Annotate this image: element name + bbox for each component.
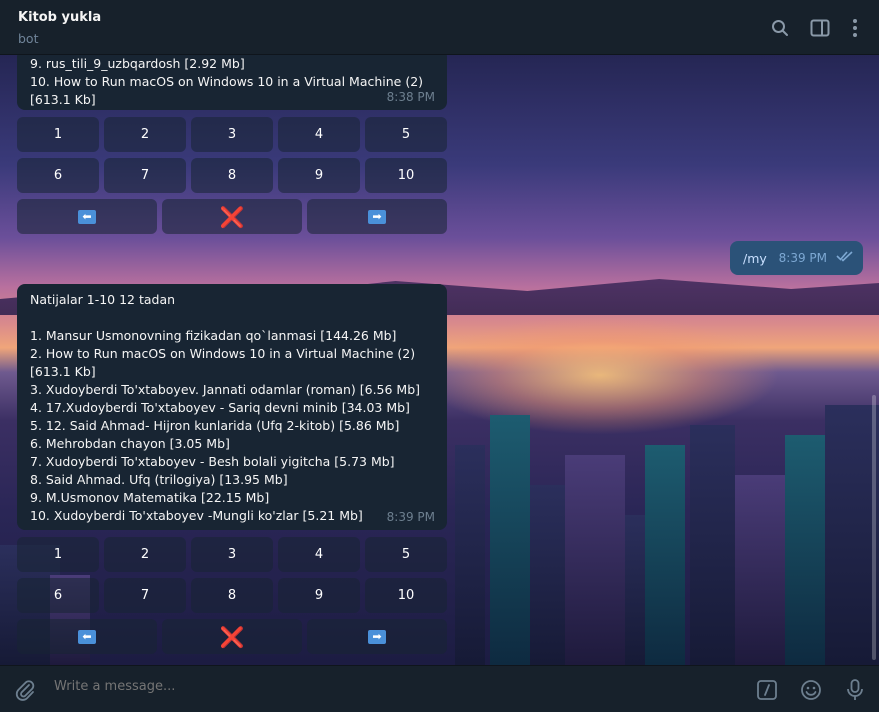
message-line: 9. rus_tili_9_uzbqardosh [2.92 Mb] <box>30 56 245 71</box>
page-button-7[interactable]: 7 <box>104 578 186 613</box>
message-composer <box>0 665 879 712</box>
page-button-4[interactable]: 4 <box>278 537 360 572</box>
chat-header: Kitob yukla bot <box>0 0 879 55</box>
page-button-9[interactable]: 9 <box>278 578 360 613</box>
message-bubble[interactable]: 9. rus_tili_9_uzbqardosh [2.92 Mb] 10. H… <box>17 55 447 110</box>
next-page-button[interactable]: ➡ <box>307 619 447 654</box>
search-results-message[interactable]: Natijalar 1-10 12 tadan 1. Mansur Usmono… <box>17 284 447 530</box>
double-check-icon <box>836 249 854 267</box>
outgoing-text: /my <box>743 251 767 266</box>
page-button-9[interactable]: 9 <box>278 158 360 193</box>
result-item: 5. 12. Said Ahmad- Hijron kunlarida (Ufq… <box>30 418 400 433</box>
result-item: 9. M.Usmonov Matematika [22.15 Mb] <box>30 490 270 505</box>
message-line: [613.1 Kb] <box>30 92 96 107</box>
page-button-8[interactable]: 8 <box>191 158 273 193</box>
result-item: [613.1 Kb] <box>30 364 96 379</box>
page-button-6[interactable]: 6 <box>17 158 99 193</box>
message-time: 8:39 PM <box>386 510 435 524</box>
sidebar-toggle-icon[interactable] <box>808 16 832 40</box>
emoji-icon[interactable] <box>798 677 824 703</box>
chat-area[interactable]: 9. rus_tili_9_uzbqardosh [2.92 Mb] 10. H… <box>0 55 879 665</box>
result-item: 6. Mehrobdan chayon [3.05 Mb] <box>30 436 230 451</box>
result-item: 1. Mansur Usmonovning fizikadan qo`lanma… <box>30 328 397 343</box>
page-button-10[interactable]: 10 <box>365 578 447 613</box>
page-button-6[interactable]: 6 <box>17 578 99 613</box>
result-item: 10. Xudoyberdi To'xtaboyev -Mungli ko'zl… <box>30 508 363 523</box>
message-time: 8:39 PM <box>778 251 827 265</box>
page-button-3[interactable]: 3 <box>191 117 273 152</box>
page-button-1[interactable]: 1 <box>17 117 99 152</box>
chat-title[interactable]: Kitob yukla <box>18 10 101 25</box>
page-button-10[interactable]: 10 <box>365 158 447 193</box>
close-icon: ❌ <box>219 624 245 649</box>
prev-page-button[interactable]: ⬅ <box>17 619 157 654</box>
close-icon: ❌ <box>219 204 245 229</box>
close-button[interactable]: ❌ <box>162 199 302 234</box>
page-button-2[interactable]: 2 <box>104 117 186 152</box>
page-button-1[interactable]: 1 <box>17 537 99 572</box>
microphone-icon[interactable] <box>842 677 868 703</box>
message-input[interactable] <box>54 679 734 694</box>
outgoing-message[interactable]: /my 8:39 PM <box>730 241 863 275</box>
paperclip-icon[interactable] <box>12 677 38 703</box>
chat-scrollbar[interactable] <box>872 395 876 660</box>
result-item: 3. Xudoyberdi To'xtaboyev. Jannati odaml… <box>30 382 421 397</box>
results-header: Natijalar 1-10 12 tadan <box>30 292 176 307</box>
message-time: 8:38 PM <box>386 90 435 104</box>
result-item: 8. Said Ahmad. Ufq (trilogiya) [13.95 Mb… <box>30 472 288 487</box>
chat-subtitle: bot <box>18 31 39 46</box>
result-item: 4. 17.Xudoyberdi To'xtaboyev - Sariq dev… <box>30 400 410 415</box>
result-item: 7. Xudoyberdi To'xtaboyev - Besh bolali … <box>30 454 395 469</box>
result-item: 2. How to Run macOS on Windows 10 in a V… <box>30 346 416 361</box>
close-button[interactable]: ❌ <box>162 619 302 654</box>
left-arrow-icon: ⬅ <box>78 629 96 644</box>
search-icon[interactable] <box>768 16 792 40</box>
page-button-5[interactable]: 5 <box>365 537 447 572</box>
page-button-2[interactable]: 2 <box>104 537 186 572</box>
more-vertical-icon[interactable] <box>843 16 867 40</box>
prev-page-button[interactable]: ⬅ <box>17 199 157 234</box>
left-arrow-icon: ⬅ <box>78 209 96 224</box>
page-button-7[interactable]: 7 <box>104 158 186 193</box>
right-arrow-icon: ➡ <box>368 629 386 644</box>
page-button-4[interactable]: 4 <box>278 117 360 152</box>
page-button-5[interactable]: 5 <box>365 117 447 152</box>
next-page-button[interactable]: ➡ <box>307 199 447 234</box>
page-button-3[interactable]: 3 <box>191 537 273 572</box>
message-line: 10. How to Run macOS on Windows 10 in a … <box>30 74 424 89</box>
bot-commands-icon[interactable] <box>754 677 780 703</box>
page-button-8[interactable]: 8 <box>191 578 273 613</box>
right-arrow-icon: ➡ <box>368 209 386 224</box>
